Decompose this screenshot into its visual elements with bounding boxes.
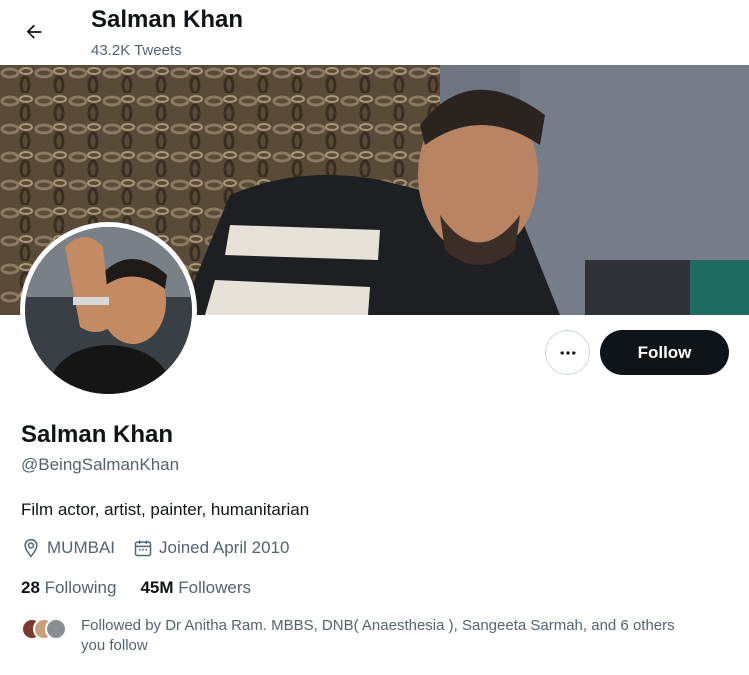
following-link[interactable]: 28 Following	[21, 578, 116, 598]
back-button[interactable]	[14, 12, 54, 52]
followers-label: Followers	[178, 578, 252, 597]
more-options-button[interactable]	[545, 330, 590, 375]
calendar-icon	[134, 540, 152, 557]
location-text: MUMBAI	[47, 538, 115, 557]
arrow-left-icon	[26, 24, 42, 39]
location-item: MUMBAI	[21, 538, 115, 558]
header-title: Salman Khan	[91, 6, 244, 33]
followers-count: 45M	[140, 578, 174, 597]
follower-avatar	[45, 618, 67, 640]
tweet-count: 43.2K Tweets	[91, 42, 182, 59]
followed-avatars	[21, 618, 69, 642]
profile-meta: MUMBAI Joined April 2010	[21, 538, 307, 558]
more-horizontal-icon	[560, 350, 575, 355]
following-label: Following	[44, 578, 117, 597]
profile-avatar[interactable]	[20, 222, 197, 399]
follow-button[interactable]: Follow	[600, 330, 729, 375]
follow-stats: 28 Following 45M Followers	[21, 578, 275, 598]
profile-name: Salman Khan	[21, 421, 174, 448]
followers-link[interactable]: 45M Followers	[140, 578, 251, 598]
location-pin-icon	[24, 538, 38, 558]
followed-by[interactable]: Followed by Dr Anitha Ram. MBBS, DNB( An…	[21, 616, 701, 656]
followed-by-text: Followed by Dr Anitha Ram. MBBS, DNB( An…	[81, 617, 675, 654]
top-bar: Salman Khan 43.2K Tweets	[0, 0, 749, 65]
joined-text: Joined April 2010	[159, 538, 290, 557]
profile-handle: @BeingSalmanKhan	[21, 455, 180, 474]
profile-bio: Film actor, artist, painter, humanitaria…	[21, 500, 310, 519]
joined-item: Joined April 2010	[133, 538, 289, 558]
following-count: 28	[21, 578, 40, 597]
